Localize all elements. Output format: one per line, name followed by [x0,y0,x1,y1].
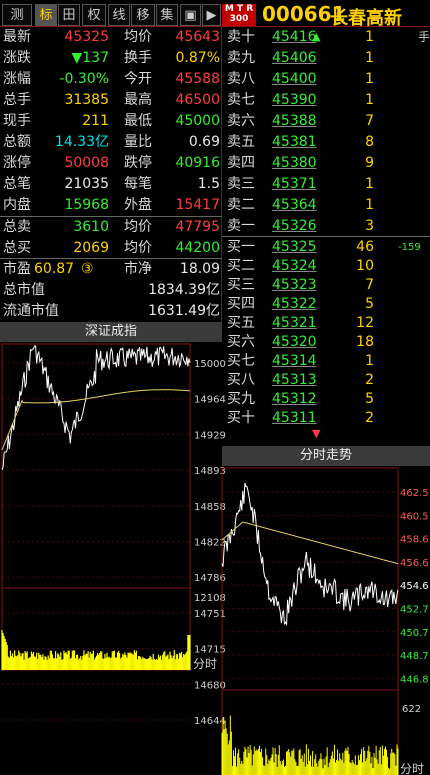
index-chart-frame [1,343,191,671]
stock-chart-frame [221,467,399,775]
index-avg-line [1,389,191,451]
index-axis-label: 14929 [194,430,226,441]
stock-time-label: 分时 [400,762,424,775]
stock-price-line [221,482,399,627]
stock-axis-label: 460.5 [400,511,429,522]
stock-vol-label: 622 [402,704,421,715]
index-axis-label: 14786 [194,573,226,584]
stock-axis-label: 450.7 [400,628,429,639]
stock-axis-label: 454.6 [400,581,429,592]
index-axis-label: 14893 [194,466,226,477]
intraday-charts[interactable]: 15000 14964 14929 14893 14858 14822 14786 14751… [0,0,430,775]
stock-avg-line [221,521,399,565]
index-time-label: 分时 [193,657,217,671]
stock-axis-label: 462.5 [400,488,429,499]
index-axis-label: 14751 [194,609,226,620]
stock-axis-label: 446.8 [400,674,429,685]
index-vol-label: 12108 [194,593,226,604]
index-axis-label: 14964 [194,395,226,406]
stock-axis-label: 456.6 [400,558,429,569]
index-axis-label: 14680 [194,680,226,691]
index-axis-label: 14644 [194,716,226,727]
index-axis-label: 15000 [194,359,226,370]
stock-axis-label: 452.7 [400,605,429,616]
index-axis-label: 14858 [194,502,226,513]
stock-axis-label: 448.7 [400,651,429,662]
index-price-line [1,345,191,470]
index-axis-label: 14822 [194,538,226,549]
stock-axis-label: 458.6 [400,535,429,546]
index-axis-label: 14715 [194,645,226,656]
